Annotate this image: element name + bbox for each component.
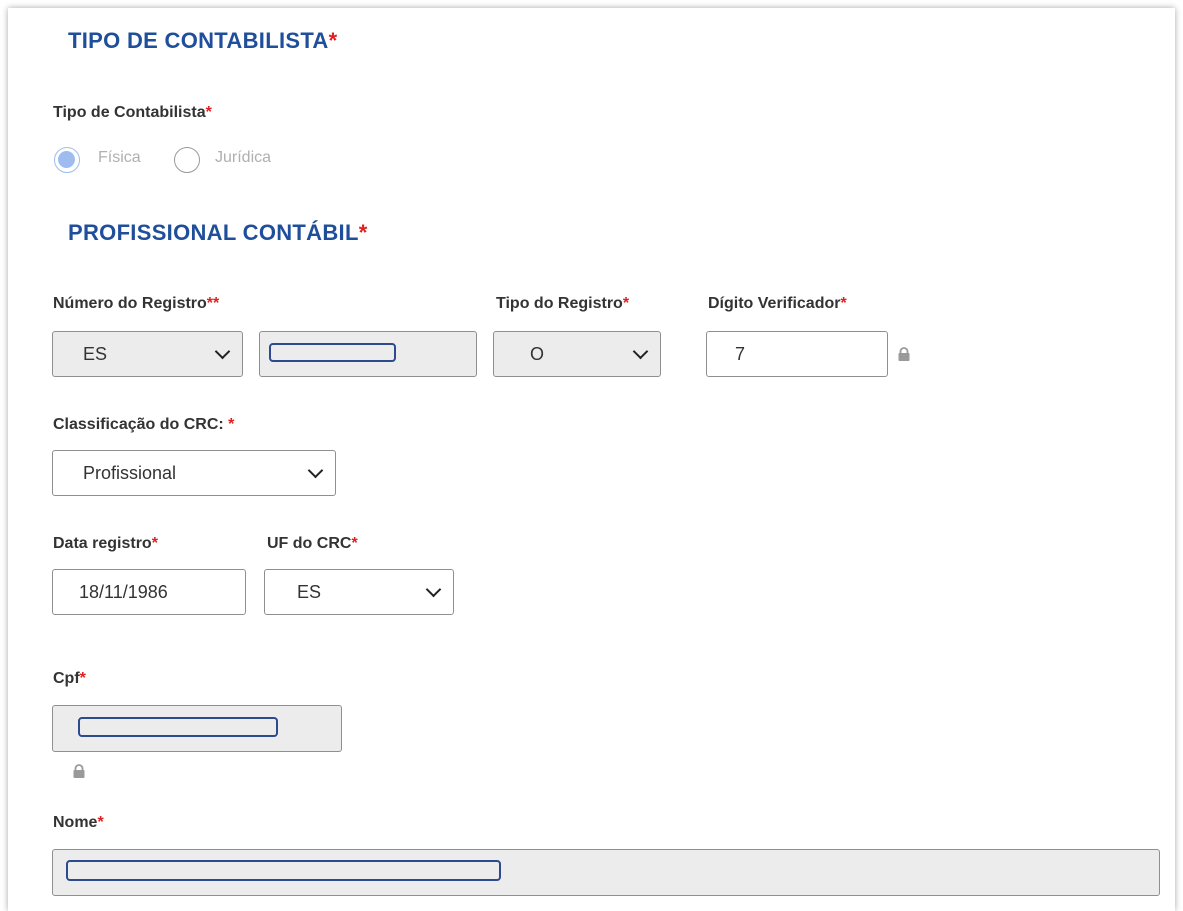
required-marker: *	[840, 295, 847, 312]
radio-fisica-label[interactable]: Física	[98, 149, 141, 167]
uf-crc-label: UF do CRC*	[267, 535, 358, 553]
classificacao-label-text: Classificação do CRC:	[53, 416, 224, 433]
tipo-registro-label-text: Tipo do Registro	[496, 295, 623, 312]
numero-registro-label: Número do Registro**	[53, 295, 219, 313]
classificacao-select[interactable]: Profissional	[52, 450, 336, 496]
required-marker: *	[351, 535, 358, 552]
required-marker: *	[358, 220, 368, 245]
cpf-label: Cpf*	[53, 670, 86, 688]
required-marker: *	[151, 535, 158, 552]
redacted-cpf	[78, 717, 278, 737]
tipo-registro-value: O	[530, 343, 545, 364]
numero-registro-label-text: Número do Registro	[53, 295, 207, 312]
digito-verificador-value: 7	[735, 343, 746, 364]
nome-label: Nome*	[53, 814, 104, 832]
required-marker: *	[622, 295, 630, 312]
digito-verificador-label: Dígito Verificador*	[708, 295, 847, 313]
registro-uf-value: ES	[83, 343, 108, 364]
section-title-tipo-text: TIPO DE CONTABILISTA	[68, 28, 329, 53]
required-marker: *	[205, 104, 212, 121]
radio-fisica[interactable]	[54, 147, 80, 173]
cpf-label-text: Cpf	[53, 670, 80, 687]
redacted-nome	[66, 860, 501, 881]
required-marker: *	[79, 670, 86, 687]
section-title-profissional-text: PROFISSIONAL CONTÁBIL	[68, 220, 359, 245]
redacted-registro-numero	[269, 343, 396, 362]
digito-verificador-label-text: Dígito Verificador	[708, 295, 841, 312]
uf-crc-value: ES	[297, 581, 322, 602]
data-registro-input[interactable]: 18/11/1986	[52, 569, 246, 615]
chevron-down-icon	[632, 343, 649, 359]
chevron-down-icon	[425, 581, 442, 597]
uf-crc-label-text: UF do CRC	[267, 535, 352, 552]
required-marker: *	[97, 814, 104, 831]
tipo-registro-label: Tipo do Registro*	[496, 295, 629, 313]
data-registro-label: Data registro*	[53, 535, 158, 553]
data-registro-value: 18/11/1986	[79, 581, 168, 602]
classificacao-label: Classificação do CRC: *	[53, 416, 234, 434]
digito-verificador-input[interactable]: 7	[706, 331, 888, 377]
uf-crc-select[interactable]: ES	[264, 569, 454, 615]
registro-uf-select[interactable]: ES	[52, 331, 243, 377]
tipo-contabilista-label-text: Tipo de Contabilista	[53, 104, 206, 121]
chevron-down-icon	[307, 462, 324, 478]
classificacao-value: Profissional	[83, 462, 177, 483]
nome-label-text: Nome	[53, 814, 98, 831]
section-title-profissional: PROFISSIONAL CONTÁBIL*	[68, 220, 368, 246]
section-title-tipo: TIPO DE CONTABILISTA*	[68, 28, 338, 54]
required-marker: *	[328, 28, 338, 53]
data-registro-label-text: Data registro	[53, 535, 152, 552]
radio-juridica[interactable]	[174, 147, 200, 173]
lock-icon	[898, 347, 910, 361]
lock-icon	[73, 764, 85, 778]
required-marker: **	[206, 295, 220, 312]
chevron-down-icon	[214, 343, 231, 359]
required-marker: *	[228, 416, 235, 433]
tipo-contabilista-label: Tipo de Contabilista*	[53, 104, 212, 122]
radio-juridica-label[interactable]: Jurídica	[215, 149, 271, 167]
tipo-registro-select[interactable]: O	[493, 331, 661, 377]
